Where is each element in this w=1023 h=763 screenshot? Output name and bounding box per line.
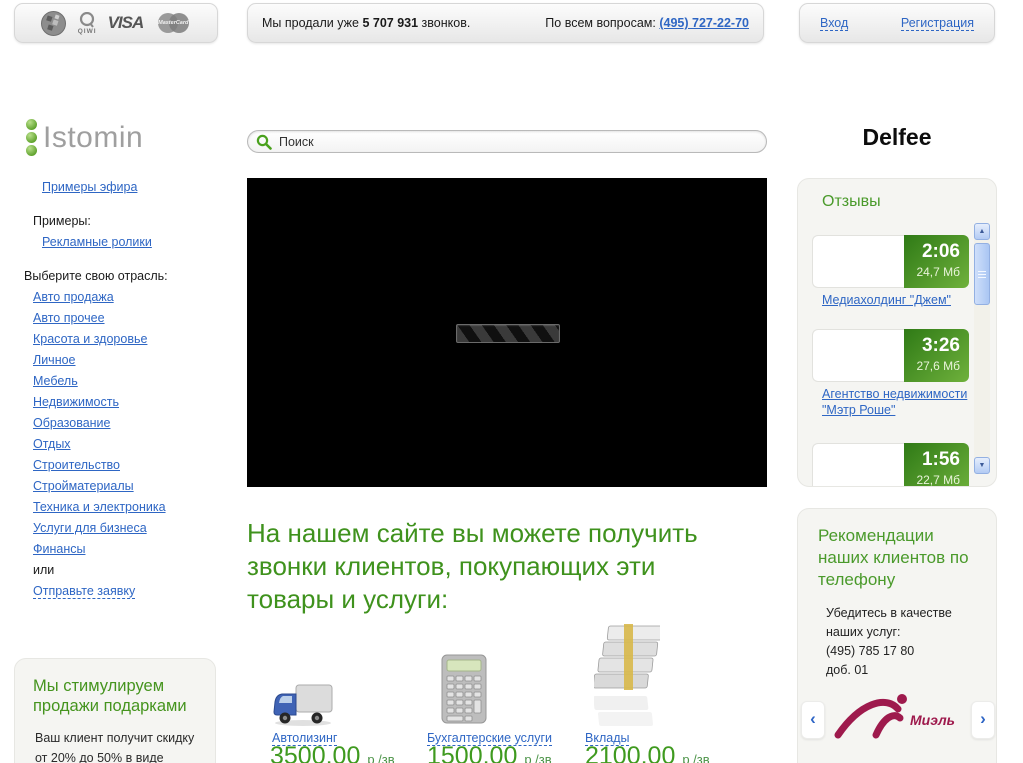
reviews-scrollbar[interactable]: ▲ ▼: [974, 223, 990, 474]
sidebar-item-leisure[interactable]: Отдых: [33, 437, 71, 451]
review-thumbnail: [812, 235, 904, 288]
sidebar-item-building-materials[interactable]: Стройматериалы: [33, 479, 134, 493]
review-item[interactable]: 1:56 22,7 Мб: [812, 443, 969, 487]
promo-text: Ваш клиент получит скидку от 20% до 50% …: [35, 731, 195, 763]
logo-dots-icon: [26, 119, 37, 156]
login-link[interactable]: Вход: [820, 16, 849, 31]
money-stack-image: [594, 624, 660, 726]
sold-count-value: 5 707 931: [362, 16, 419, 30]
main-heading: На нашем сайте вы можете получить звонки…: [247, 518, 698, 614]
sidebar-item-education[interactable]: Образование: [33, 416, 110, 430]
sidebar-item-auto-other[interactable]: Авто прочее: [33, 311, 105, 325]
or-label: или: [33, 563, 55, 577]
carousel-prev-icon[interactable]: ‹: [801, 701, 825, 739]
scrollbar-thumb[interactable]: [974, 243, 990, 305]
delfee-logo: Delfee: [862, 124, 932, 150]
page: QIWI VISA MasterCard Мы продали уже 5 70…: [0, 0, 1023, 763]
recommendations-panel: Рекомендации наших клиентов по телефону …: [797, 508, 997, 763]
search-icon: [256, 134, 272, 150]
sidebar-item-personal[interactable]: Личное: [33, 353, 76, 367]
recommendations-phone: (495) 785 17 80: [826, 644, 915, 658]
scrollbar-down-arrow-icon[interactable]: ▼: [974, 457, 990, 474]
review-duration: 2:06: [921, 241, 960, 262]
review-badge: 2:06 24,7 Мб: [904, 235, 969, 288]
recommendations-ext: доб. 01: [826, 663, 869, 677]
promo-title: Мы стимулируем продажи подарками: [33, 677, 187, 715]
reviews-panel: Отзывы 2:06 24,7 Мб Медиахолдинг "Джем" …: [797, 178, 997, 487]
calculator-image: [441, 654, 487, 724]
review-thumbnail: [812, 443, 904, 486]
sidebar-item-furniture[interactable]: Мебель: [33, 374, 78, 388]
sidebar-item-tech-electronics[interactable]: Техника и электроника: [33, 500, 166, 514]
video-loading-bar: [456, 324, 560, 343]
review-thumbnail: [812, 329, 904, 382]
sidebar-item-beauty-health[interactable]: Красота и здоровье: [33, 332, 147, 346]
qiwi-icon: QIWI: [78, 11, 97, 35]
payment-methods-box: QIWI VISA MasterCard: [14, 3, 218, 43]
sold-counter: Мы продали уже 5 707 931 звонков.: [262, 16, 471, 30]
search-bar: [247, 130, 767, 153]
site-logo[interactable]: Istomin: [26, 119, 143, 156]
review-filesize: 27,6 Мб: [916, 359, 960, 373]
search-input[interactable]: [277, 133, 758, 150]
sidebar-item-commercials[interactable]: Рекламные ролики: [42, 235, 152, 249]
sidebar-item-auto-sales[interactable]: Авто продажа: [33, 290, 114, 304]
examples-label: Примеры:: [33, 214, 91, 228]
reviews-title: Отзывы: [822, 193, 881, 210]
video-player[interactable]: [247, 178, 767, 487]
product-price-autoleasing: 3500.00 р /зв: [270, 742, 395, 763]
review-badge: 3:26 27,6 Мб: [904, 329, 969, 382]
scrollbar-up-arrow-icon[interactable]: ▲: [974, 223, 990, 240]
mastercard-icon: MasterCard: [154, 11, 192, 35]
logo-text: Istomin: [43, 120, 144, 154]
send-request-link[interactable]: Отправьте заявку: [33, 584, 136, 599]
recommendations-title: Рекомендации наших клиентов по телефону: [818, 526, 969, 589]
review-item[interactable]: 3:26 27,6 Мб: [812, 329, 969, 382]
review-company-link[interactable]: Медиахолдинг "Джем": [822, 292, 972, 308]
truck-image: [273, 684, 333, 726]
contact-phone-line: По всем вопросам: (495) 727-22-70: [545, 16, 749, 30]
sidebar-item-finance[interactable]: Финансы: [33, 542, 85, 556]
review-filesize: 22,7 Мб: [916, 473, 960, 487]
recommendations-body: Убедитесь в качестве наших услуг: (495) …: [826, 604, 981, 680]
review-filesize: 24,7 Мб: [916, 265, 960, 279]
webmoney-icon: [40, 10, 66, 36]
industry-label: Выберите свою отрасль:: [24, 269, 168, 283]
recommendations-text: Убедитесь в качестве наших услуг:: [826, 606, 952, 639]
gifts-promo-panel: Мы стимулируем продажи подарками Ваш кли…: [14, 658, 216, 763]
auth-box: Вход Регистрация: [799, 3, 995, 43]
sidebar-nav: Примеры эфира Примеры: Рекламные ролики …: [24, 177, 234, 602]
review-duration: 3:26: [921, 335, 960, 356]
stats-box: Мы продали уже 5 707 931 звонков. По все…: [247, 3, 764, 43]
product-price-deposits: 2100.00 р /зв: [585, 742, 710, 763]
contact-phone-link[interactable]: (495) 727-22-70: [659, 16, 749, 30]
review-badge: 1:56 22,7 Мб: [904, 443, 969, 487]
register-link[interactable]: Регистрация: [900, 16, 974, 31]
miel-logo-text: Миэль: [910, 712, 955, 728]
sidebar-item-air-examples[interactable]: Примеры эфира: [42, 180, 137, 194]
review-company-link[interactable]: Агентство недвижимости "Мэтр Роше": [822, 386, 972, 418]
review-duration: 1:56: [921, 449, 960, 470]
sidebar-item-construction[interactable]: Строительство: [33, 458, 120, 472]
carousel-next-icon[interactable]: ›: [971, 701, 995, 739]
visa-icon: VISA: [107, 13, 145, 32]
product-price-accounting: 1500.00 р /зв: [427, 742, 552, 763]
review-item[interactable]: 2:06 24,7 Мб: [812, 235, 969, 288]
miel-logo: Миэль: [834, 694, 955, 739]
sidebar-item-business-services[interactable]: Услуги для бизнеса: [33, 521, 147, 535]
sidebar-item-real-estate[interactable]: Недвижимость: [33, 395, 119, 409]
